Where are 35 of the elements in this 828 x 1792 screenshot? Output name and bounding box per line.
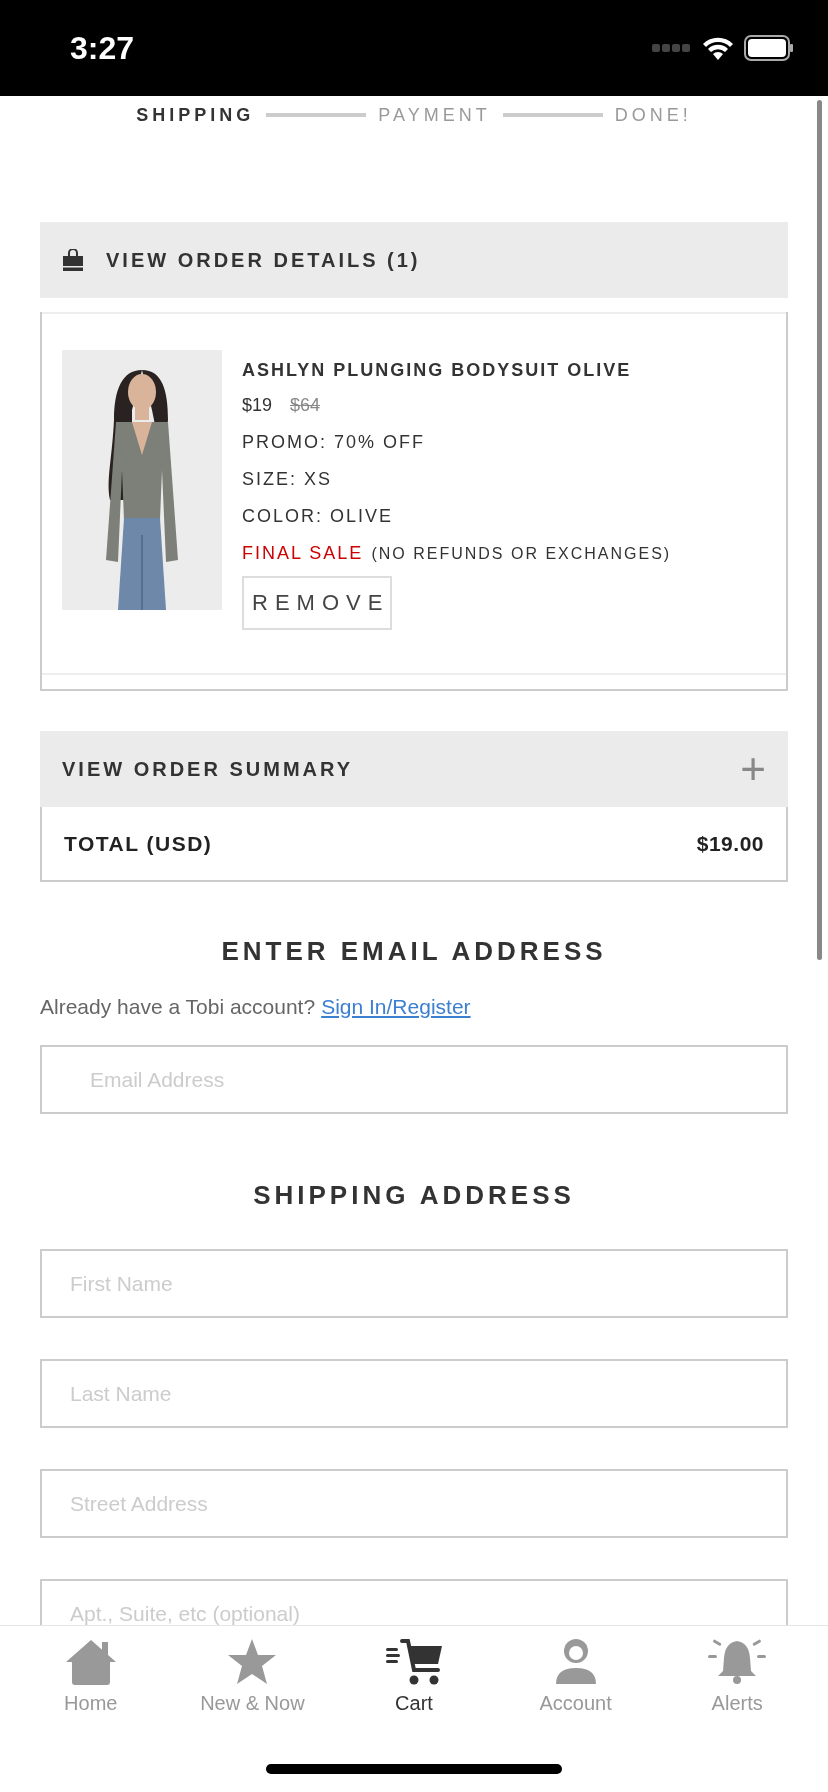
checkout-step: SHIPPING [136, 104, 255, 126]
signal-icon [652, 42, 692, 54]
section-heading: SHIPPING ADDRESS [252, 1180, 576, 1211]
battery-icon [744, 35, 794, 61]
total-label: TOTAL (USD) [64, 831, 213, 856]
product-name: ASHLYN PLUNGING BODYSUIT OLIVE [242, 360, 633, 381]
total-value: $19.00 [696, 831, 764, 856]
tab-bar-item[interactable]: Alerts [662, 1638, 813, 1728]
size-text: SIZE: XS [242, 469, 334, 490]
sale-price: $19 [242, 395, 273, 416]
person-icon [553, 1638, 598, 1686]
final-sale-label: FINAL SALE [242, 543, 364, 564]
tab-bar-item[interactable]: New & Now [177, 1638, 328, 1728]
account-prompt: Already have a Tobi account? [40, 995, 316, 1019]
sign-in-link[interactable]: Sign In/Register [321, 995, 471, 1019]
original-price: $64 [290, 395, 321, 416]
final-sale-note: (NO REFUNDS OR EXCHANGES) [371, 545, 672, 563]
order-summary-toggle[interactable]: VIEW ORDER SUMMARY + [40, 731, 788, 807]
shopping-bag-icon [62, 249, 84, 271]
order-details-toggle[interactable]: VIEW ORDER DETAILS (1) [40, 222, 788, 298]
color-text: COLOR: OLIVE [242, 506, 395, 527]
bell-icon [707, 1638, 768, 1686]
checkout-step: DONE! [614, 104, 692, 126]
wifi-icon [702, 36, 734, 60]
section-heading: ENTER EMAIL ADDRESS [220, 936, 608, 967]
checkout-step: PAYMENT [378, 104, 491, 126]
cart-icon [384, 1638, 444, 1686]
tab-bar-item[interactable]: Cart [339, 1638, 489, 1728]
star-icon [227, 1638, 278, 1686]
tab-bar-item[interactable]: Account [500, 1638, 651, 1728]
expand-icon: + [740, 744, 766, 794]
tab-bar-item[interactable]: Home [15, 1638, 166, 1728]
remove-button[interactable]: REMOVE [242, 576, 392, 630]
promo-text: PROMO: 70% OFF [242, 432, 427, 453]
status-time: 3:27 [70, 29, 135, 67]
